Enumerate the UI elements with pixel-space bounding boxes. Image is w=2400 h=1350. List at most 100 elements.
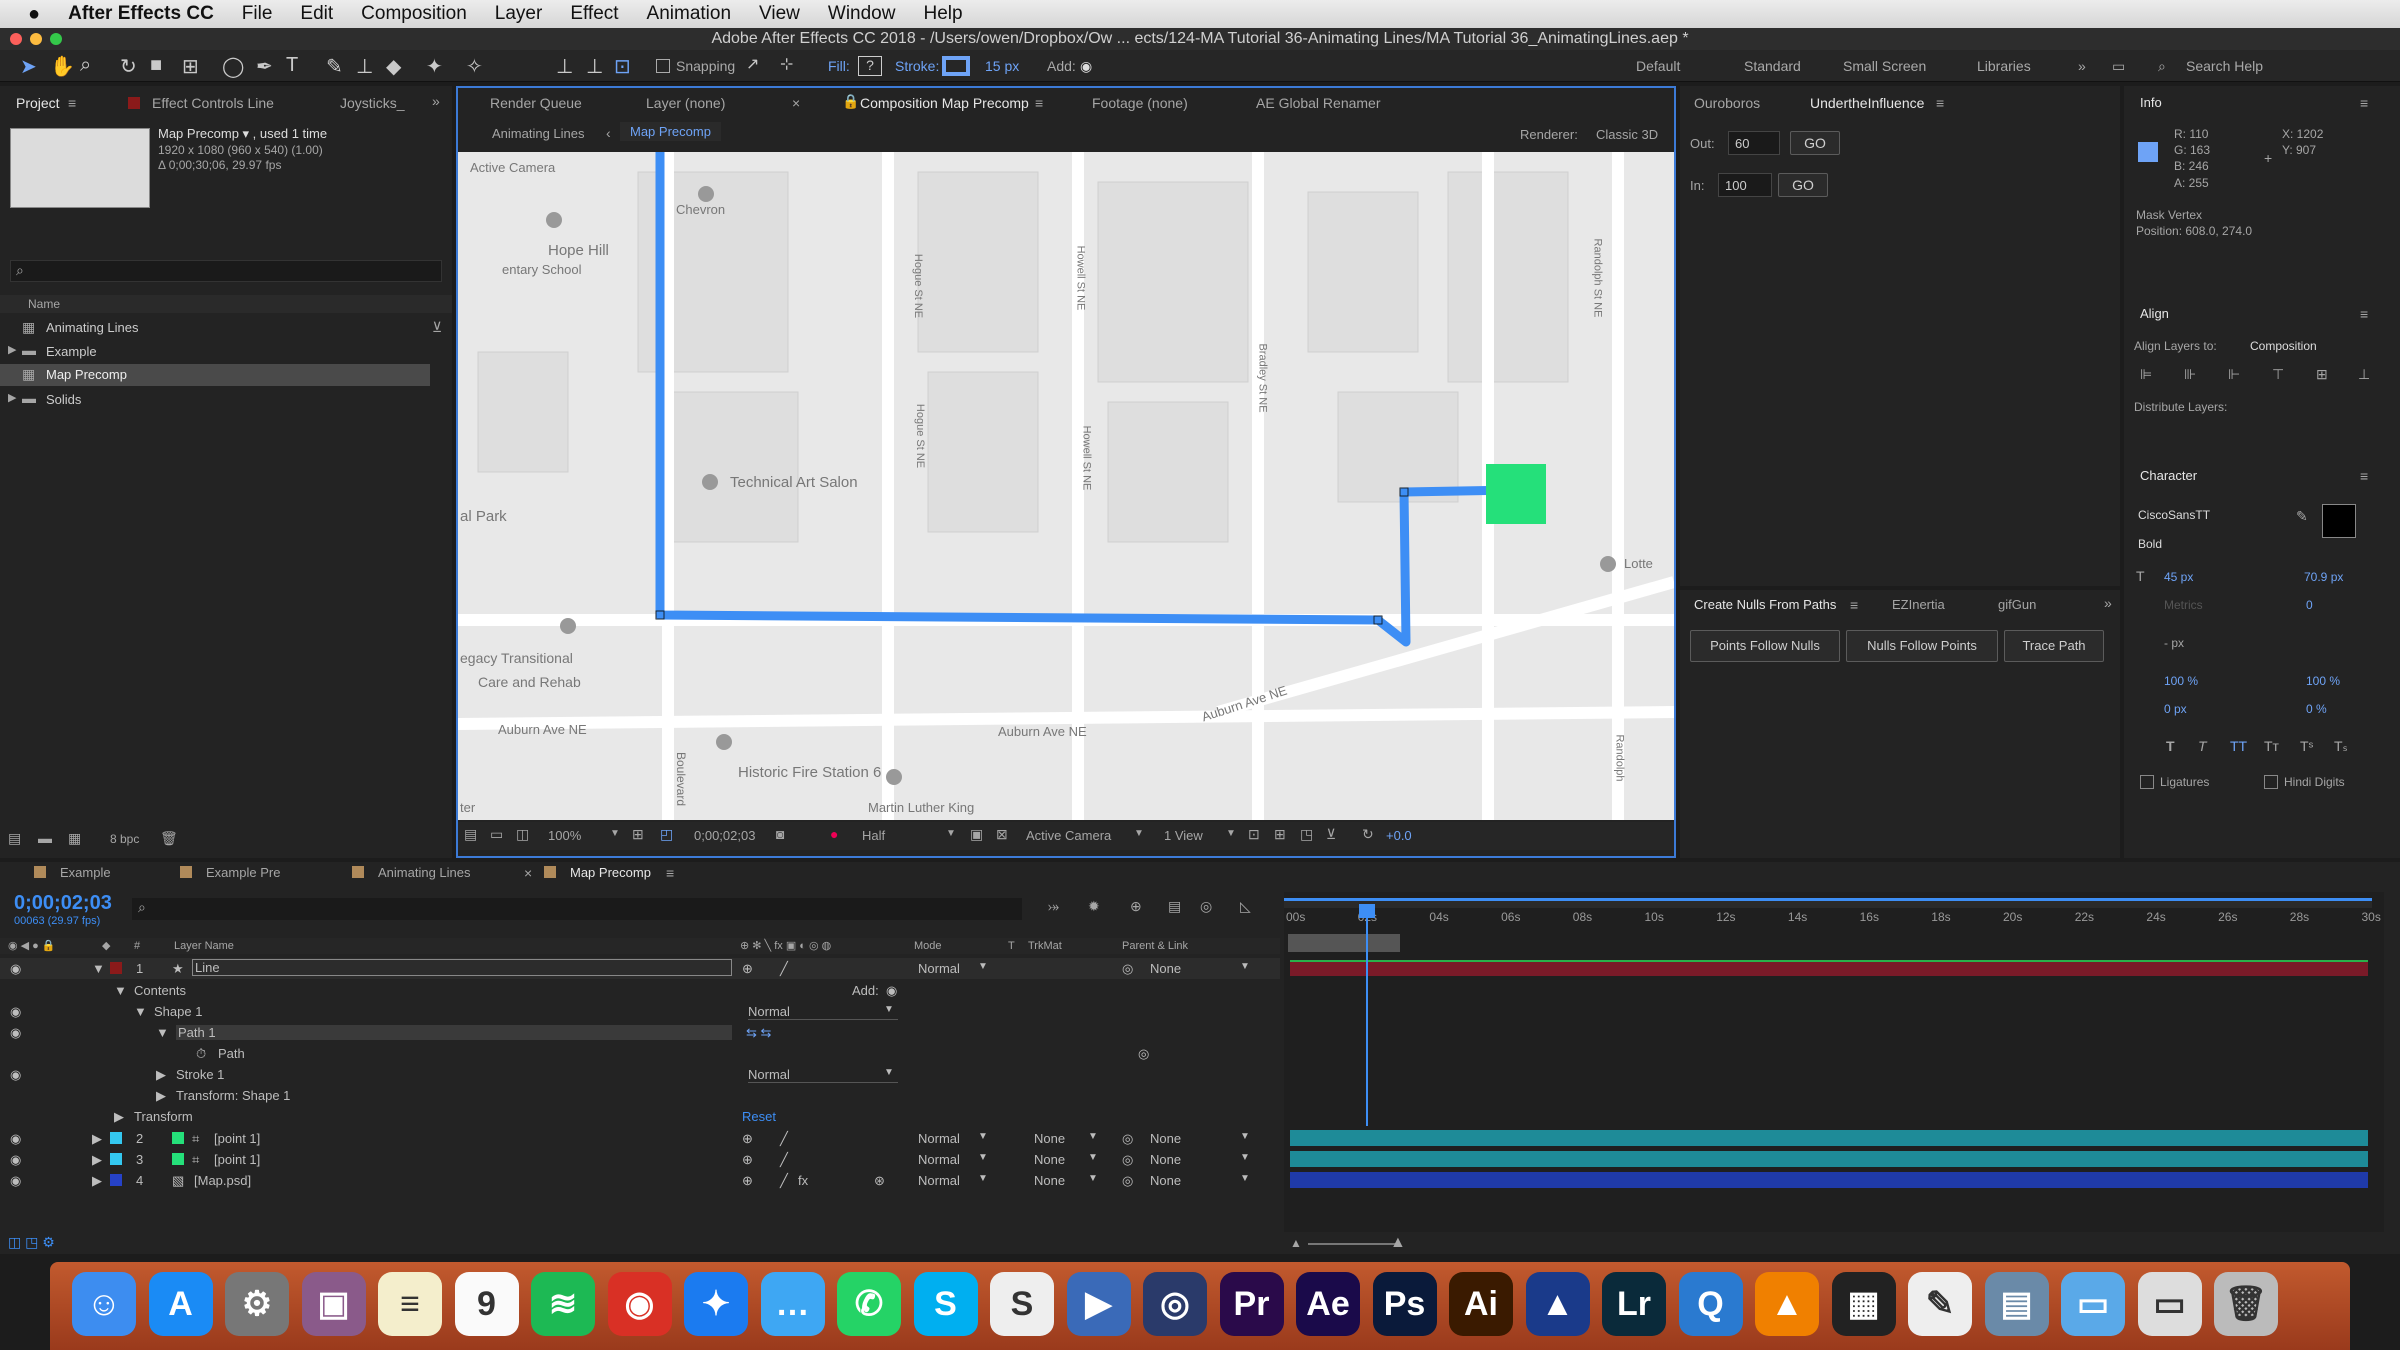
tab-composition[interactable]: Composition Map Precomp (860, 95, 1029, 111)
expand-arrow-icon[interactable]: ▶ (156, 1088, 166, 1104)
transparency-grid-icon[interactable]: ⊠ (996, 826, 1008, 843)
photoshop-icon[interactable]: Ps (1372, 1272, 1437, 1336)
tab-ouroboros[interactable]: Ouroboros (1694, 95, 1760, 111)
trace-path-button[interactable]: Trace Path (2004, 630, 2104, 662)
shy-layers-icon[interactable]: ⊕ (1130, 898, 1142, 915)
faux-bold-icon[interactable]: T (2166, 738, 2175, 754)
menu-window[interactable]: Window (828, 3, 896, 25)
calendar-icon[interactable]: 9 (454, 1272, 519, 1336)
fill-color-swatch[interactable] (2322, 504, 2356, 538)
font-style-dropdown[interactable]: Bold (2138, 537, 2162, 551)
tab-ezinertia[interactable]: EZInertia (1892, 597, 1945, 612)
close-tab-icon[interactable]: × (792, 95, 800, 111)
layer-bar-point-1[interactable] (1290, 1130, 2368, 1146)
playhead[interactable] (1366, 904, 1368, 1126)
claquette-icon[interactable]: ▶ (1066, 1272, 1131, 1336)
toggle-switches-icon[interactable]: ◫ ◳ ⚙ (8, 1234, 55, 1251)
new-composition-icon[interactable]: ▦ (68, 830, 81, 847)
timeline-icon[interactable]: ◳ (1300, 826, 1313, 843)
close-window-button[interactable] (10, 33, 22, 45)
eye-icon[interactable]: ◉ (10, 1067, 21, 1083)
snapping-checkbox[interactable] (656, 59, 670, 73)
fill-swatch[interactable]: ? (858, 56, 882, 76)
layer-label-color[interactable] (110, 1132, 122, 1144)
out-input[interactable]: 60 (1728, 131, 1780, 155)
shy-switch-icon[interactable]: ⊕ (742, 1152, 753, 1168)
view-layout-dropdown[interactable]: 1 View (1164, 828, 1203, 843)
stopwatch-icon[interactable]: ⏱ (196, 1046, 206, 1062)
tab-joysticks[interactable]: Joysticks_ (340, 95, 405, 111)
menu-animation[interactable]: Animation (647, 3, 732, 25)
trkmat-dropdown[interactable]: None (1034, 1131, 1065, 1146)
expand-arrow-icon[interactable]: ▶ (156, 1067, 166, 1083)
align-right-icon[interactable]: ⊩ (2228, 366, 2240, 383)
tsume-value[interactable]: 0 % (2306, 702, 2327, 716)
expand-arrow-icon[interactable]: ▼ (114, 983, 127, 998)
trkmat-dropdown[interactable]: None (1034, 1173, 1065, 1188)
layer-row-map-psd[interactable]: ◉ ▶ 4 ▧ [Map.psd] ⊕ ╱ fx ⊛ Normal ▼ None… (0, 1170, 1280, 1191)
chrome-icon[interactable]: ◉ (607, 1272, 672, 1336)
project-item-label[interactable]: Solids (46, 392, 81, 407)
tab-map-precomp[interactable]: Map Precomp (570, 865, 651, 880)
eye-icon[interactable]: ◉ (10, 1131, 21, 1147)
brush-tool-icon[interactable]: ✎ (326, 54, 343, 79)
axis-local-icon[interactable]: ⊥ (586, 54, 603, 79)
safe-zones-icon[interactable]: ⊞ (632, 826, 644, 843)
in-input[interactable]: 100 (1718, 173, 1772, 197)
pickwhip-icon[interactable]: ◎ (1138, 1046, 1149, 1062)
hand-tool-icon[interactable]: ✋ (50, 54, 75, 79)
reset-exposure-icon[interactable]: ↻ (1362, 826, 1374, 843)
trash-icon[interactable]: 🗑 (160, 830, 178, 847)
add-property-button[interactable]: ◉ (886, 983, 897, 999)
layer-row-point-1-b[interactable]: ◉ ▶ 3 ⌗ [point 1] ⊕ ╱ Normal ▼ None ▼ ◎ … (0, 1149, 1280, 1170)
mode-dropdown[interactable]: Normal (918, 1173, 960, 1188)
in-go-button[interactable]: GO (1778, 173, 1828, 197)
magnification-dropdown[interactable]: 100% (548, 828, 581, 843)
vr-icon[interactable]: ◫ (516, 826, 529, 843)
vertical-scale-value[interactable]: 100 % (2164, 674, 2198, 688)
layer-label-color[interactable] (110, 1174, 122, 1186)
minimize-window-button[interactable] (30, 33, 42, 45)
shy-switch-icon[interactable]: ⊕ (742, 1173, 753, 1189)
tab-example-pre[interactable]: Example Pre (206, 865, 280, 880)
parent-dropdown[interactable]: None (1150, 961, 1181, 976)
clapper-icon[interactable]: ▦ (1831, 1272, 1896, 1336)
layer-name[interactable]: Line (192, 959, 732, 976)
panel-menu-icon[interactable]: ≡ (666, 865, 674, 881)
points-follow-nulls-button[interactable]: Points Follow Nulls (1690, 630, 1840, 662)
layer-name[interactable]: [point 1] (214, 1152, 260, 1167)
layer-bar-map[interactable] (1290, 1172, 2368, 1188)
subscript-icon[interactable]: Tₛ (2334, 738, 2348, 755)
panel-menu-icon[interactable]: ≡ (2360, 306, 2368, 322)
panel-menu-icon[interactable]: ≡ (68, 95, 76, 111)
playhead-handle[interactable] (1359, 904, 1375, 918)
zoom-in-icon[interactable]: ▲ (1390, 1234, 1406, 1252)
axis-view-icon[interactable]: ⊡ (614, 54, 631, 79)
app-store-icon[interactable]: A (148, 1272, 213, 1336)
resolution-dropdown[interactable]: Half (862, 828, 885, 843)
layer-bar-line[interactable] (1290, 960, 2368, 976)
superscript-icon[interactable]: Tˢ (2300, 738, 2313, 754)
align-hcenter-icon[interactable]: ⊪ (2184, 366, 2196, 383)
timeline-search-input[interactable] (132, 898, 1022, 920)
spotify-icon[interactable]: ≋ (531, 1272, 595, 1336)
horizontal-scale-value[interactable]: 100 % (2306, 674, 2340, 688)
property-contents[interactable]: ▼ Contents Add: ◉ (0, 980, 1280, 1001)
tab-layer[interactable]: Layer (none) (646, 95, 725, 111)
search-help-field[interactable]: Search Help (2186, 58, 2263, 74)
textedit-icon[interactable]: ✎ (1908, 1272, 1972, 1336)
layer-name[interactable]: [Map.psd] (194, 1173, 251, 1188)
font-family-dropdown[interactable]: CiscoSansTT (2138, 508, 2210, 522)
fx-switch-icon[interactable]: fx (798, 1173, 808, 1188)
kerning-value[interactable]: Metrics (2164, 598, 2203, 612)
draft-3d-icon[interactable]: ✹ (1088, 898, 1100, 915)
lock-icon[interactable]: 🔒 (842, 93, 859, 110)
axis-world-icon[interactable]: ⊥ (556, 54, 573, 79)
tab-create-nulls[interactable]: Create Nulls From Paths (1694, 597, 1836, 612)
mode-dropdown[interactable]: Normal (918, 1131, 960, 1146)
illustrator-icon[interactable]: Ai (1449, 1272, 1513, 1336)
layer-bar-point-1-b[interactable] (1290, 1151, 2368, 1167)
menu-effect[interactable]: Effect (570, 3, 618, 25)
pen-tool-icon[interactable]: ✒ (256, 54, 273, 79)
align-left-icon[interactable]: ⊫ (2140, 366, 2152, 383)
